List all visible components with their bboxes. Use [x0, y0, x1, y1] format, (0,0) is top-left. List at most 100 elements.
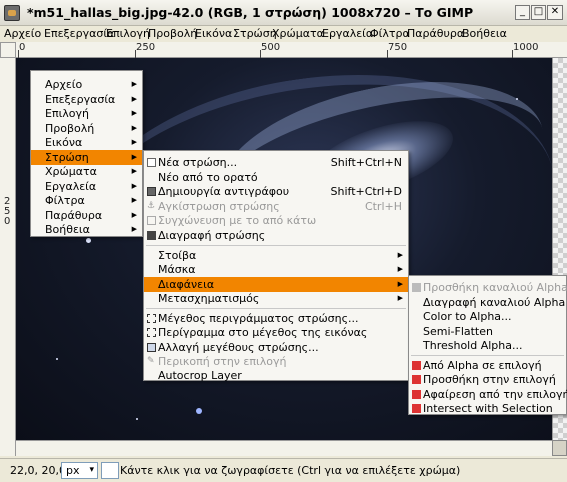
unit-select[interactable]: px [61, 462, 98, 479]
menu-separator [146, 245, 406, 246]
popup-item-help[interactable]: Βοήθεια ▶ [31, 222, 142, 237]
menu-item-label: Περικοπή στην επιλογή [158, 355, 287, 368]
popup-item-view[interactable]: Προβολή ▶ [31, 121, 142, 136]
submenu-arrow-icon: ▶ [131, 80, 137, 88]
menu-item-crop-to-selection[interactable]: ✎ Περικοπή στην επιλογή [144, 354, 408, 369]
popup-item-label: Χρώματα [45, 165, 97, 178]
scale-icon [147, 343, 156, 352]
close-button[interactable]: ✕ [547, 5, 563, 20]
minimize-button[interactable]: _ [515, 5, 530, 20]
menu-view[interactable]: Προβολή [148, 27, 197, 40]
popup-item-edit[interactable]: Επεξεργασία ▶ [31, 92, 142, 107]
menu-item-layer-boundary-size[interactable]: Μέγεθος περιγράμματος στρώσης... [144, 311, 408, 326]
title-bar: *m51_hallas_big.jpg-42.0 (RGB, 1 στρώση)… [0, 0, 567, 26]
menu-item-duplicate-layer[interactable]: Δημιουργία αντιγράφου Shift+Ctrl+D [144, 184, 408, 199]
horizontal-scrollbar[interactable] [16, 440, 552, 456]
menu-item-alpha-to-selection[interactable]: Από Alpha σε επιλογή [409, 358, 566, 373]
delete-icon [147, 231, 156, 240]
submenu-arrow-icon: ▶ [131, 182, 137, 190]
menu-item-label: Από Alpha σε επιλογή [423, 359, 542, 372]
menu-item-intersect-with-selection[interactable]: Intersect with Selection [409, 401, 566, 416]
popup-item-label: Εικόνα [45, 136, 83, 149]
menu-layer[interactable]: Στρώση [233, 27, 277, 40]
menu-item-merge-down[interactable]: Συγχώνευση με το από κάτω [144, 213, 408, 228]
popup-item-file[interactable]: Αρχείο ▶ [31, 77, 142, 92]
popup-item-label: Φίλτρα [45, 194, 85, 207]
popup-item-label: Επεξεργασία [45, 93, 116, 106]
star [516, 98, 518, 100]
menu-item-add-alpha[interactable]: Προσθήκη καναλιού Alpha [409, 280, 567, 295]
menu-item-label: Νέα στρώση... [158, 156, 238, 169]
popup-item-image[interactable]: Εικόνα ▶ [31, 135, 142, 150]
menu-windows[interactable]: Παράθυρα [407, 27, 464, 40]
popup-item-layer[interactable]: Στρώση ▶ [31, 150, 142, 165]
menu-item-shortcut: Ctrl+H [364, 200, 402, 213]
ruler-tick [135, 50, 136, 58]
menu-item-autocrop-layer[interactable]: Autocrop Layer [144, 368, 408, 383]
subtract-selection-icon [412, 390, 421, 399]
menu-item-semi-flatten[interactable]: Semi-Flatten [409, 324, 566, 339]
navigate-button[interactable] [552, 440, 567, 456]
vertical-ruler[interactable]: 2 5 0 [0, 58, 16, 456]
popup-item-windows[interactable]: Παράθυρα ▶ [31, 208, 142, 223]
menu-item-threshold-alpha[interactable]: Threshold Alpha... [409, 338, 566, 353]
submenu-arrow-icon: ▶ [131, 95, 137, 103]
menu-item-scale-layer[interactable]: Αλλαγή μεγέθους στρώσης... [144, 340, 408, 355]
popup-item-select[interactable]: Επιλογή ▶ [31, 106, 142, 121]
menu-item-label: Intersect with Selection [423, 402, 553, 415]
menu-help[interactable]: Βοήθεια [462, 27, 507, 40]
menu-item-label: Περίγραμμα στο μέγεθος της εικόνας [158, 326, 368, 339]
menu-separator [146, 308, 406, 309]
menu-item-new-from-visible[interactable]: Νέο από το ορατό [144, 170, 408, 185]
menu-item-color-to-alpha[interactable]: Color to Alpha... [409, 309, 566, 324]
popup-item-tools[interactable]: Εργαλεία ▶ [31, 179, 142, 194]
menu-item-transform[interactable]: Μετασχηματισμός ▶ [144, 291, 408, 306]
popup-item-label: Προβολή [45, 122, 95, 135]
menu-item-add-to-selection[interactable]: Προσθήκη στην επιλογή [409, 372, 566, 387]
zoom-box[interactable] [101, 462, 119, 479]
menu-select[interactable]: Επιλογή [106, 27, 150, 40]
menu-colors[interactable]: Χρώματα [272, 27, 324, 40]
menu-item-label: Semi-Flatten [423, 325, 493, 338]
menu-item-shortcut: Shift+Ctrl+N [330, 156, 402, 169]
horizontal-ruler[interactable]: 0 250 500 750 1000 [16, 42, 567, 58]
menu-item-label: Προσθήκη στην επιλογή [423, 373, 556, 386]
menu-item-stack[interactable]: Στοίβα ▶ [144, 248, 408, 263]
submenu-arrow-icon: ▶ [131, 153, 137, 161]
fit-icon [147, 328, 156, 337]
gimp-app-icon[interactable] [4, 5, 20, 21]
menu-item-delete-layer[interactable]: Διαγραφή στρώσης [144, 228, 408, 243]
menu-item-remove-alpha[interactable]: Διαγραφή καναλιού Alpha [409, 295, 566, 310]
crop-icon: ✎ [147, 356, 155, 366]
menu-bar: Αρχείο Επεξεργασία Επιλογή Προβολή Εικόν… [0, 26, 567, 42]
popup-item-filters[interactable]: Φίλτρα ▶ [31, 193, 142, 208]
ruler-corner[interactable] [0, 42, 16, 58]
menu-item-label: Color to Alpha... [423, 310, 512, 323]
menu-tools[interactable]: Εργαλεία [322, 27, 373, 40]
menu-item-layer-to-image-size[interactable]: Περίγραμμα στο μέγεθος της εικόνας [144, 325, 408, 340]
menu-item-mask[interactable]: Μάσκα ▶ [144, 262, 408, 277]
submenu-arrow-icon: ▶ [131, 167, 137, 175]
menu-filters[interactable]: Φίλτρα [370, 27, 410, 40]
menu-image[interactable]: Εικόνα [195, 27, 232, 40]
ruler-label: 250 [136, 42, 156, 53]
menu-item-label: Στοίβα [158, 249, 197, 262]
menu-edit[interactable]: Επεξεργασία [44, 27, 114, 40]
popup-item-colors[interactable]: Χρώματα ▶ [31, 164, 142, 179]
menu-file[interactable]: Αρχείο [4, 27, 41, 40]
new-layer-icon [147, 158, 156, 167]
ruler-label: 0 [19, 42, 26, 53]
transparency-submenu: Προσθήκη καναλιού Alpha Διαγραφή καναλιο… [408, 275, 567, 415]
star [86, 238, 91, 243]
menu-item-subtract-from-selection[interactable]: Αφαίρεση από την επιλογή [409, 387, 567, 402]
anchor-icon: ⚓ [147, 201, 156, 211]
popup-item-label: Αρχείο [45, 78, 83, 91]
maximize-button[interactable]: □ [531, 5, 546, 20]
menu-item-transparency[interactable]: Διαφάνεια ▶ [144, 277, 408, 292]
submenu-arrow-icon: ▶ [131, 211, 137, 219]
submenu-arrow-icon: ▶ [131, 196, 137, 204]
menu-item-new-layer[interactable]: Νέα στρώση... Shift+Ctrl+N [144, 155, 408, 170]
merge-icon [147, 216, 156, 225]
menu-item-label: Δημιουργία αντιγράφου [158, 185, 290, 198]
menu-item-anchor-layer[interactable]: ⚓ Αγκίστρωση στρώσης Ctrl+H [144, 199, 408, 214]
